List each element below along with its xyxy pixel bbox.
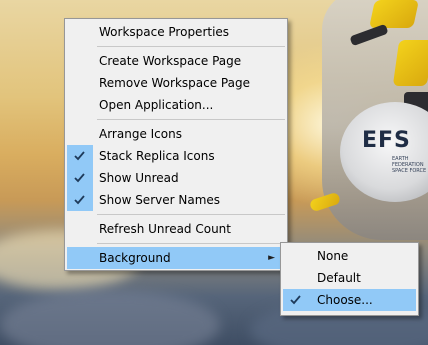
menu-item-show-server-names[interactable]: Show Server Names	[67, 189, 285, 211]
checkmark-icon	[67, 145, 93, 167]
menu-item-label: Refresh Unread Count	[99, 222, 231, 236]
workspace-context-menu: Workspace Properties Create Workspace Pa…	[64, 18, 288, 271]
submenu-item-none[interactable]: None	[283, 245, 416, 267]
submenu-item-default[interactable]: Default	[283, 267, 416, 289]
menu-item-label: Open Application...	[99, 98, 214, 112]
menu-separator	[97, 46, 285, 47]
menu-item-label: Remove Workspace Page	[99, 76, 250, 90]
wallpaper-robot-part	[369, 0, 419, 28]
submenu-item-choose[interactable]: Choose...	[283, 289, 416, 311]
menu-separator	[97, 243, 285, 244]
menu-item-label: Workspace Properties	[99, 25, 230, 39]
menu-item-background[interactable]: Background ►	[67, 247, 285, 269]
menu-item-show-unread[interactable]: Show Unread	[67, 167, 285, 189]
menu-item-open-application[interactable]: Open Application...	[67, 94, 285, 116]
menu-item-label: Arrange Icons	[99, 127, 182, 141]
submenu-arrow-icon: ►	[268, 253, 275, 263]
menu-item-label: Show Unread	[99, 171, 179, 185]
background-submenu: None Default Choose...	[280, 242, 419, 316]
menu-item-label: Show Server Names	[99, 193, 221, 207]
checkmark-icon	[283, 289, 309, 311]
menu-separator	[97, 214, 285, 215]
wallpaper-robot-part	[392, 40, 428, 86]
menu-item-label: Default	[317, 271, 361, 285]
menu-item-workspace-properties[interactable]: Workspace Properties	[67, 21, 285, 43]
menu-item-arrange-icons[interactable]: Arrange Icons	[67, 123, 285, 145]
menu-item-label: Background	[99, 251, 171, 265]
wallpaper-cloud	[0, 290, 220, 345]
menu-separator	[97, 119, 285, 120]
wallpaper-logo-subtext: EARTH FEDERATION SPACE FORCE	[392, 156, 427, 174]
menu-item-label: Create Workspace Page	[99, 54, 242, 68]
menu-item-stack-replica-icons[interactable]: Stack Replica Icons	[67, 145, 285, 167]
wallpaper-logo: EFS	[362, 128, 411, 153]
checkmark-icon	[67, 189, 93, 211]
desktop-background[interactable]: EFS EARTH FEDERATION SPACE FORCE Workspa…	[0, 0, 428, 345]
menu-item-label: Choose...	[317, 293, 373, 307]
menu-item-label: Stack Replica Icons	[99, 149, 215, 163]
menu-item-remove-workspace-page[interactable]: Remove Workspace Page	[67, 72, 285, 94]
menu-item-label: None	[317, 249, 349, 263]
checkmark-icon	[67, 167, 93, 189]
menu-item-refresh-unread-count[interactable]: Refresh Unread Count	[67, 218, 285, 240]
menu-item-create-workspace-page[interactable]: Create Workspace Page	[67, 50, 285, 72]
